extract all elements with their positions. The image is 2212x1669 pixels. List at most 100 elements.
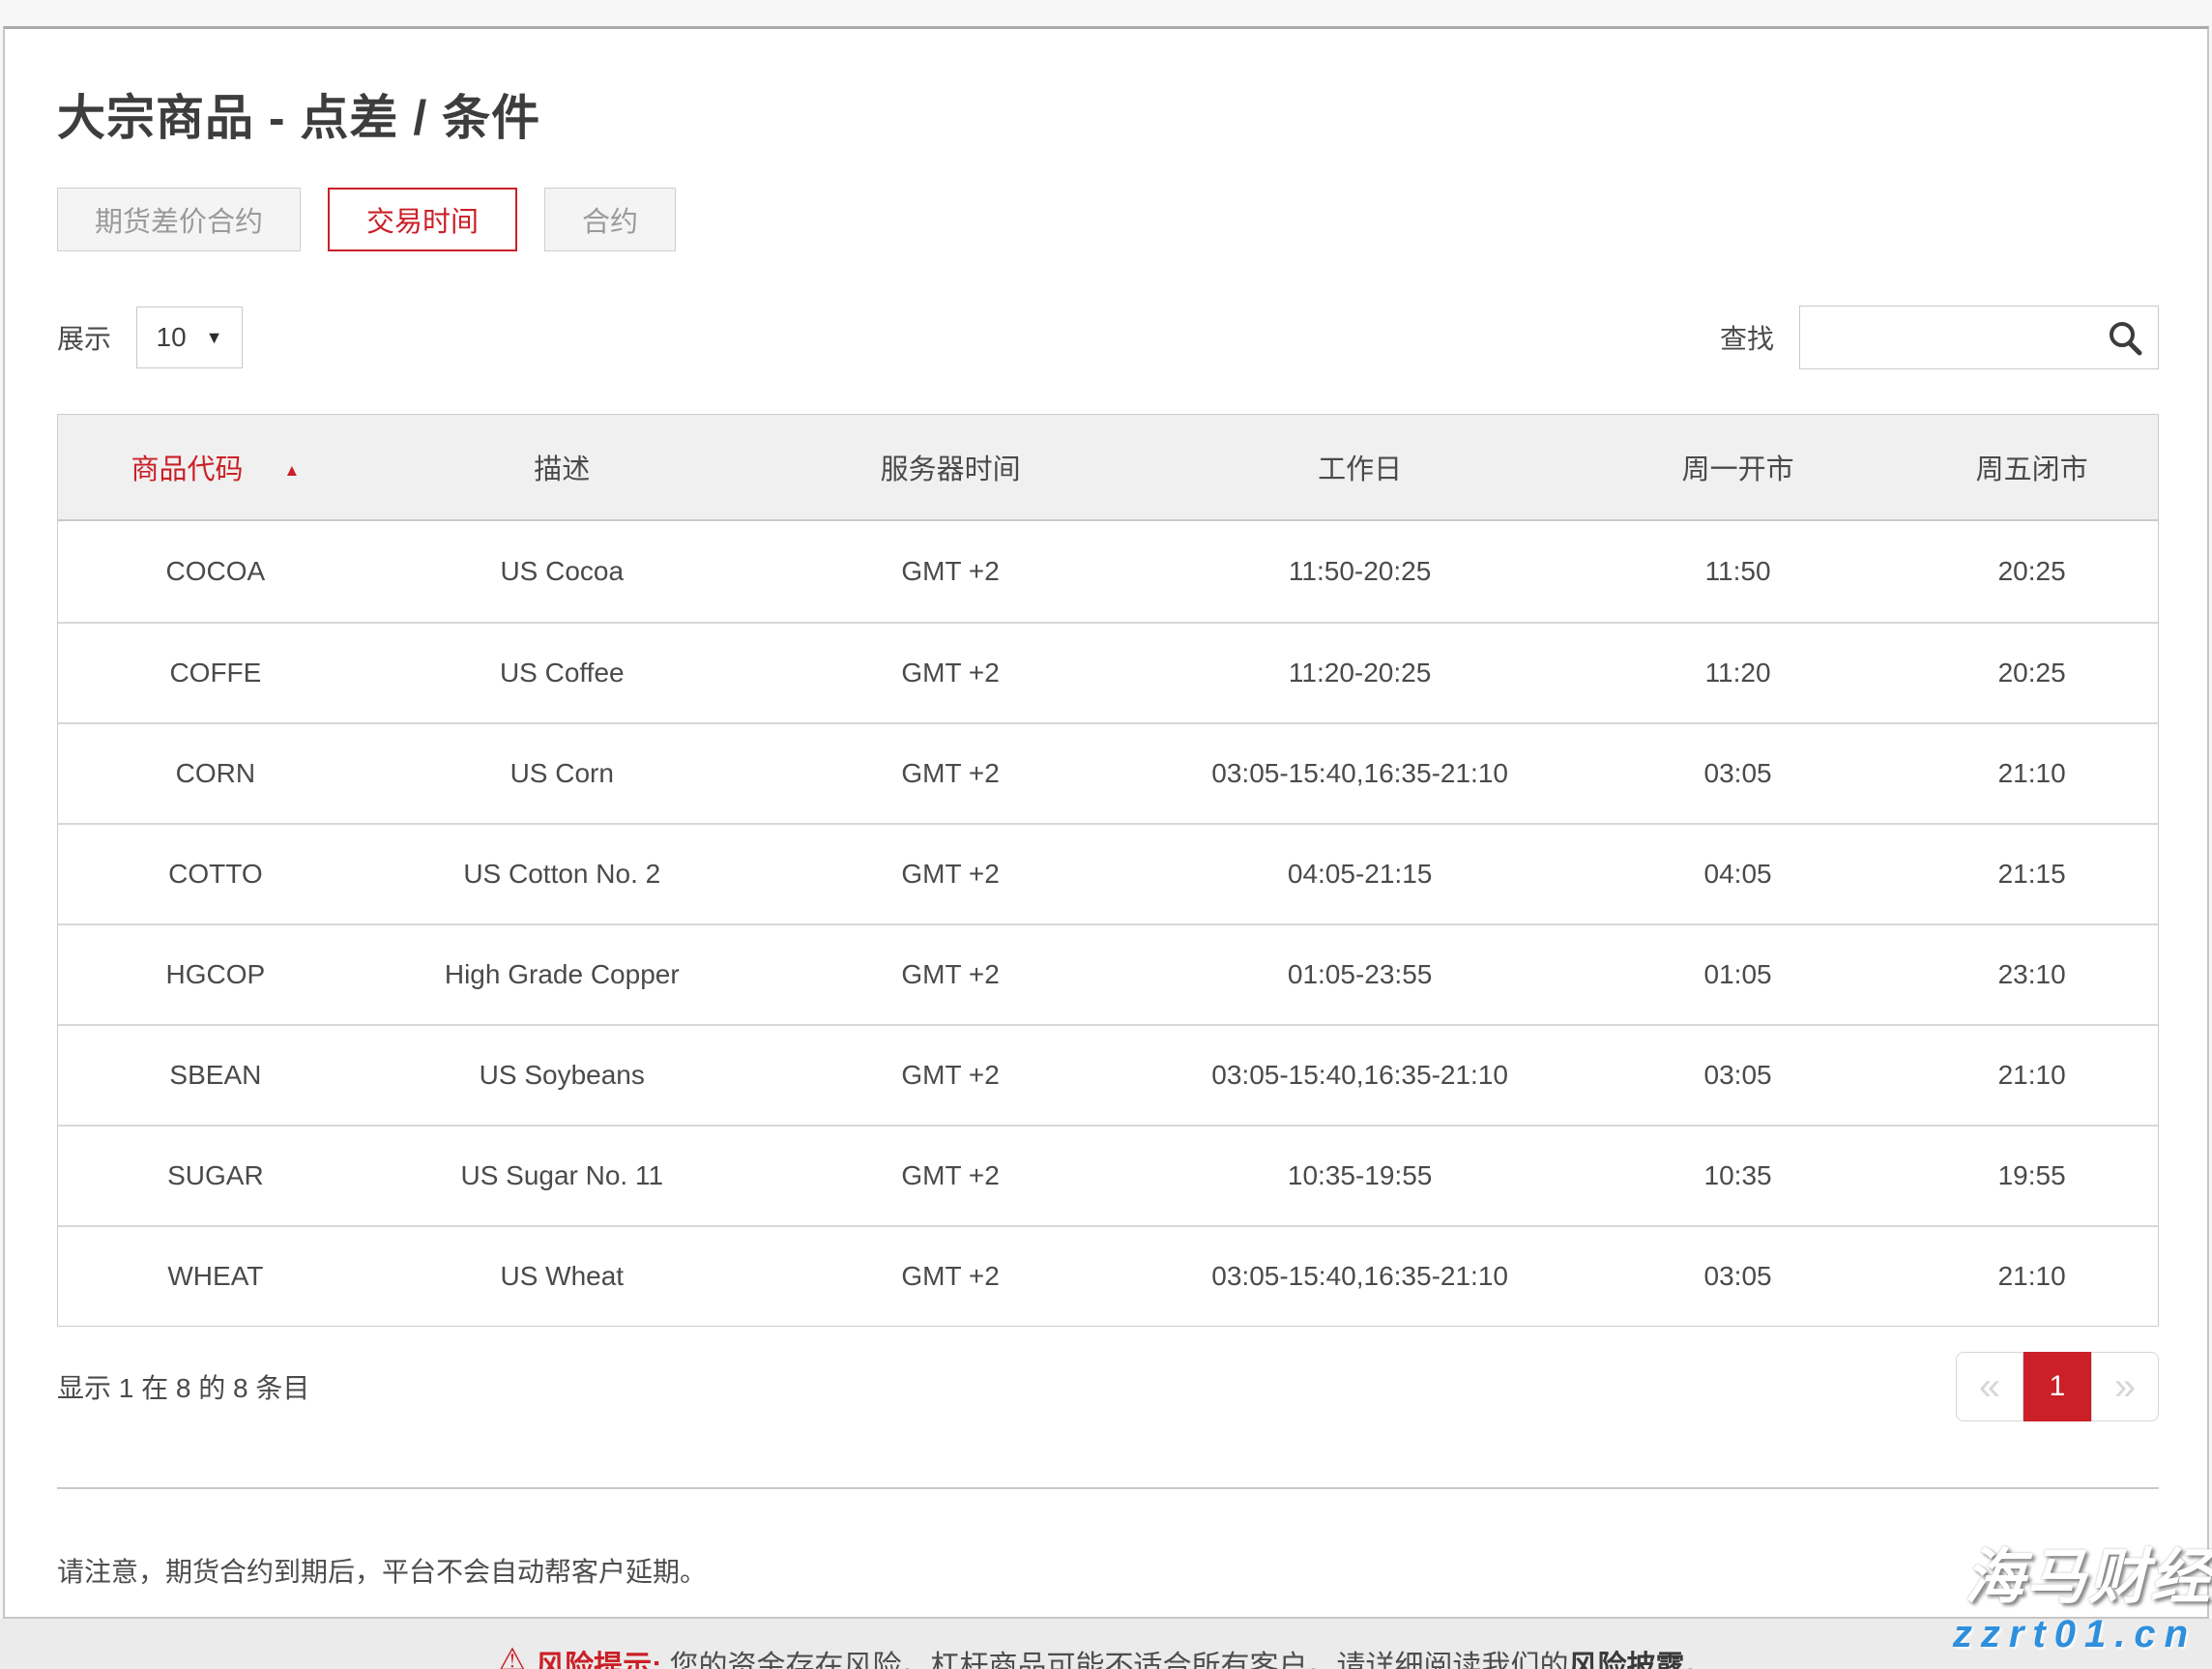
column-header-symbol[interactable]: 商品代码▲ [58, 447, 373, 487]
table-cell: 03:05 [1570, 758, 1906, 789]
tab-trading-hours[interactable]: 交易时间 [328, 188, 517, 251]
warning-triangle-icon: ⚠ [498, 1644, 526, 1669]
double-chevron-left-icon: « [1979, 1365, 2000, 1409]
table-cell: 10:35-19:55 [1150, 1160, 1569, 1191]
table-cell: 11:20 [1570, 658, 1906, 688]
table-cell: GMT +2 [751, 658, 1150, 688]
table-cell: 04:05 [1570, 859, 1906, 890]
show-label: 展示 [57, 318, 111, 357]
table-cell: US Cotton No. 2 [373, 859, 751, 890]
table-body: COCOAUS CocoaGMT +211:50-20:2511:5020:25… [58, 521, 2158, 1326]
page-size-value: 10 [157, 322, 187, 353]
table-cell: 21:10 [1906, 1060, 2158, 1091]
previous-page-button[interactable]: « [1956, 1352, 2023, 1421]
table-cell: GMT +2 [751, 959, 1150, 990]
table-cell: 03:05-15:40,16:35-21:10 [1150, 758, 1569, 789]
table-cell: 11:20-20:25 [1150, 658, 1569, 688]
tab-bar: 期货差价合约 交易时间 合约 [57, 188, 2159, 251]
table-cell: High Grade Copper [373, 959, 751, 990]
column-header-server-time[interactable]: 服务器时间 [751, 447, 1150, 487]
risk-warning-text: 风险提示: 您的资金存在风险。杠杆商品可能不适合所有客户。请详细阅读我们的风险披… [536, 1642, 1713, 1669]
search-label: 查找 [1720, 318, 1774, 357]
expiry-note: 请注意，期货合约到期后，平台不会自动帮客户延期。 [57, 1551, 2159, 1590]
page-size-group: 展示 10 ▼ [57, 307, 243, 368]
table-cell: GMT +2 [751, 556, 1150, 587]
table-cell: 21:15 [1906, 859, 2158, 890]
table-cell: GMT +2 [751, 859, 1150, 890]
table-row: CORNUS CornGMT +203:05-15:40,16:35-21:10… [58, 722, 2158, 823]
table-cell: COCOA [58, 556, 373, 587]
table-row: COTTOUS Cotton No. 2GMT +204:05-21:1504:… [58, 823, 2158, 923]
table-cell: 11:50 [1570, 556, 1906, 587]
tab-label: 交易时间 [366, 199, 479, 240]
table-cell: 21:10 [1906, 758, 2158, 789]
table-row: HGCOPHigh Grade CopperGMT +201:05-23:550… [58, 923, 2158, 1024]
table-cell: CORN [58, 758, 373, 789]
risk-disclosure-link[interactable]: 风险披露 [1569, 1651, 1685, 1669]
table-cell: US Wheat [373, 1261, 751, 1292]
search-box [1799, 306, 2159, 369]
tab-contracts[interactable]: 合约 [544, 188, 676, 251]
table-cell: 01:05 [1570, 959, 1906, 990]
table-row: WHEATUS WheatGMT +203:05-15:40,16:35-21:… [58, 1225, 2158, 1326]
table-cell: 03:05 [1570, 1060, 1906, 1091]
table-cell: US Coffee [373, 658, 751, 688]
table-cell: US Sugar No. 11 [373, 1160, 751, 1191]
risk-warning-bar: ⚠ 风险提示: 您的资金存在风险。杠杆商品可能不适合所有客户。请详细阅读我们的风… [0, 1619, 2212, 1669]
table-cell: US Corn [373, 758, 751, 789]
table-cell: COFFE [58, 658, 373, 688]
table-cell: US Cocoa [373, 556, 751, 587]
table-cell: 20:25 [1906, 556, 2158, 587]
risk-warning-line: ⚠ 风险提示: 您的资金存在风险。杠杆商品可能不适合所有客户。请详细阅读我们的风… [498, 1642, 1713, 1669]
table-cell: GMT +2 [751, 1060, 1150, 1091]
table-cell: 04:05-21:15 [1150, 859, 1569, 890]
column-header-description[interactable]: 描述 [373, 447, 751, 487]
chevron-down-icon: ▼ [206, 328, 223, 348]
double-chevron-right-icon: » [2114, 1365, 2136, 1409]
table-cell: WHEAT [58, 1261, 373, 1292]
pager: « 1 » [1956, 1352, 2159, 1421]
table-row: COCOAUS CocoaGMT +211:50-20:2511:5020:25 [58, 521, 2158, 622]
table-cell: 03:05-15:40,16:35-21:10 [1150, 1261, 1569, 1292]
pagination-info: 显示 1 在 8 的 8 条目 [57, 1367, 309, 1406]
next-page-button[interactable]: » [2091, 1352, 2159, 1421]
table-cell: 01:05-23:55 [1150, 959, 1569, 990]
tab-label: 期货差价合约 [95, 199, 263, 240]
table-cell: 21:10 [1906, 1261, 2158, 1292]
content-panel: 大宗商品 - 点差 / 条件 期货差价合约 交易时间 合约 展示 10 ▼ 查找 [3, 26, 2209, 1619]
table-row: COFFEUS CoffeeGMT +211:20-20:2511:2020:2… [58, 622, 2158, 722]
page-title: 大宗商品 - 点差 / 条件 [57, 79, 2159, 149]
table-cell: 19:55 [1906, 1160, 2158, 1191]
table-header-row: 商品代码▲ 描述 服务器时间 工作日 周一开市 周五闭市 [58, 415, 2158, 521]
search-group: 查找 [1720, 306, 2159, 369]
table-cell: HGCOP [58, 959, 373, 990]
trading-hours-table: 商品代码▲ 描述 服务器时间 工作日 周一开市 周五闭市 COCOAUS Coc… [57, 414, 2159, 1327]
pagination-row: 显示 1 在 8 的 8 条目 « 1 » [57, 1352, 2159, 1421]
table-cell: COTTO [58, 859, 373, 890]
table-cell: 11:50-20:25 [1150, 556, 1569, 587]
table-cell: 10:35 [1570, 1160, 1906, 1191]
page-size-select[interactable]: 10 ▼ [136, 307, 243, 368]
sort-asc-icon: ▲ [283, 461, 300, 480]
current-page-button[interactable]: 1 [2023, 1352, 2091, 1421]
table-cell: 20:25 [1906, 658, 2158, 688]
table-cell: GMT +2 [751, 758, 1150, 789]
table-cell: 03:05-15:40,16:35-21:10 [1150, 1060, 1569, 1091]
risk-prefix: 风险提示: [536, 1651, 661, 1669]
tab-label: 合约 [582, 199, 638, 240]
footer-divider [57, 1487, 2159, 1489]
column-header-weekdays[interactable]: 工作日 [1150, 447, 1569, 487]
table-row: SBEANUS SoybeansGMT +203:05-15:40,16:35-… [58, 1024, 2158, 1125]
table-row: SUGARUS Sugar No. 11GMT +210:35-19:5510:… [58, 1125, 2158, 1225]
table-cell: 23:10 [1906, 959, 2158, 990]
column-header-monday-open[interactable]: 周一开市 [1570, 447, 1906, 487]
table-cell: 03:05 [1570, 1261, 1906, 1292]
table-controls: 展示 10 ▼ 查找 [57, 306, 2159, 369]
tab-futures-cfd[interactable]: 期货差价合约 [57, 188, 301, 251]
column-header-friday-close[interactable]: 周五闭市 [1906, 447, 2158, 487]
table-cell: US Soybeans [373, 1060, 751, 1091]
table-cell: SBEAN [58, 1060, 373, 1091]
search-input[interactable] [1800, 307, 2212, 368]
table-cell: GMT +2 [751, 1261, 1150, 1292]
table-cell: GMT +2 [751, 1160, 1150, 1191]
